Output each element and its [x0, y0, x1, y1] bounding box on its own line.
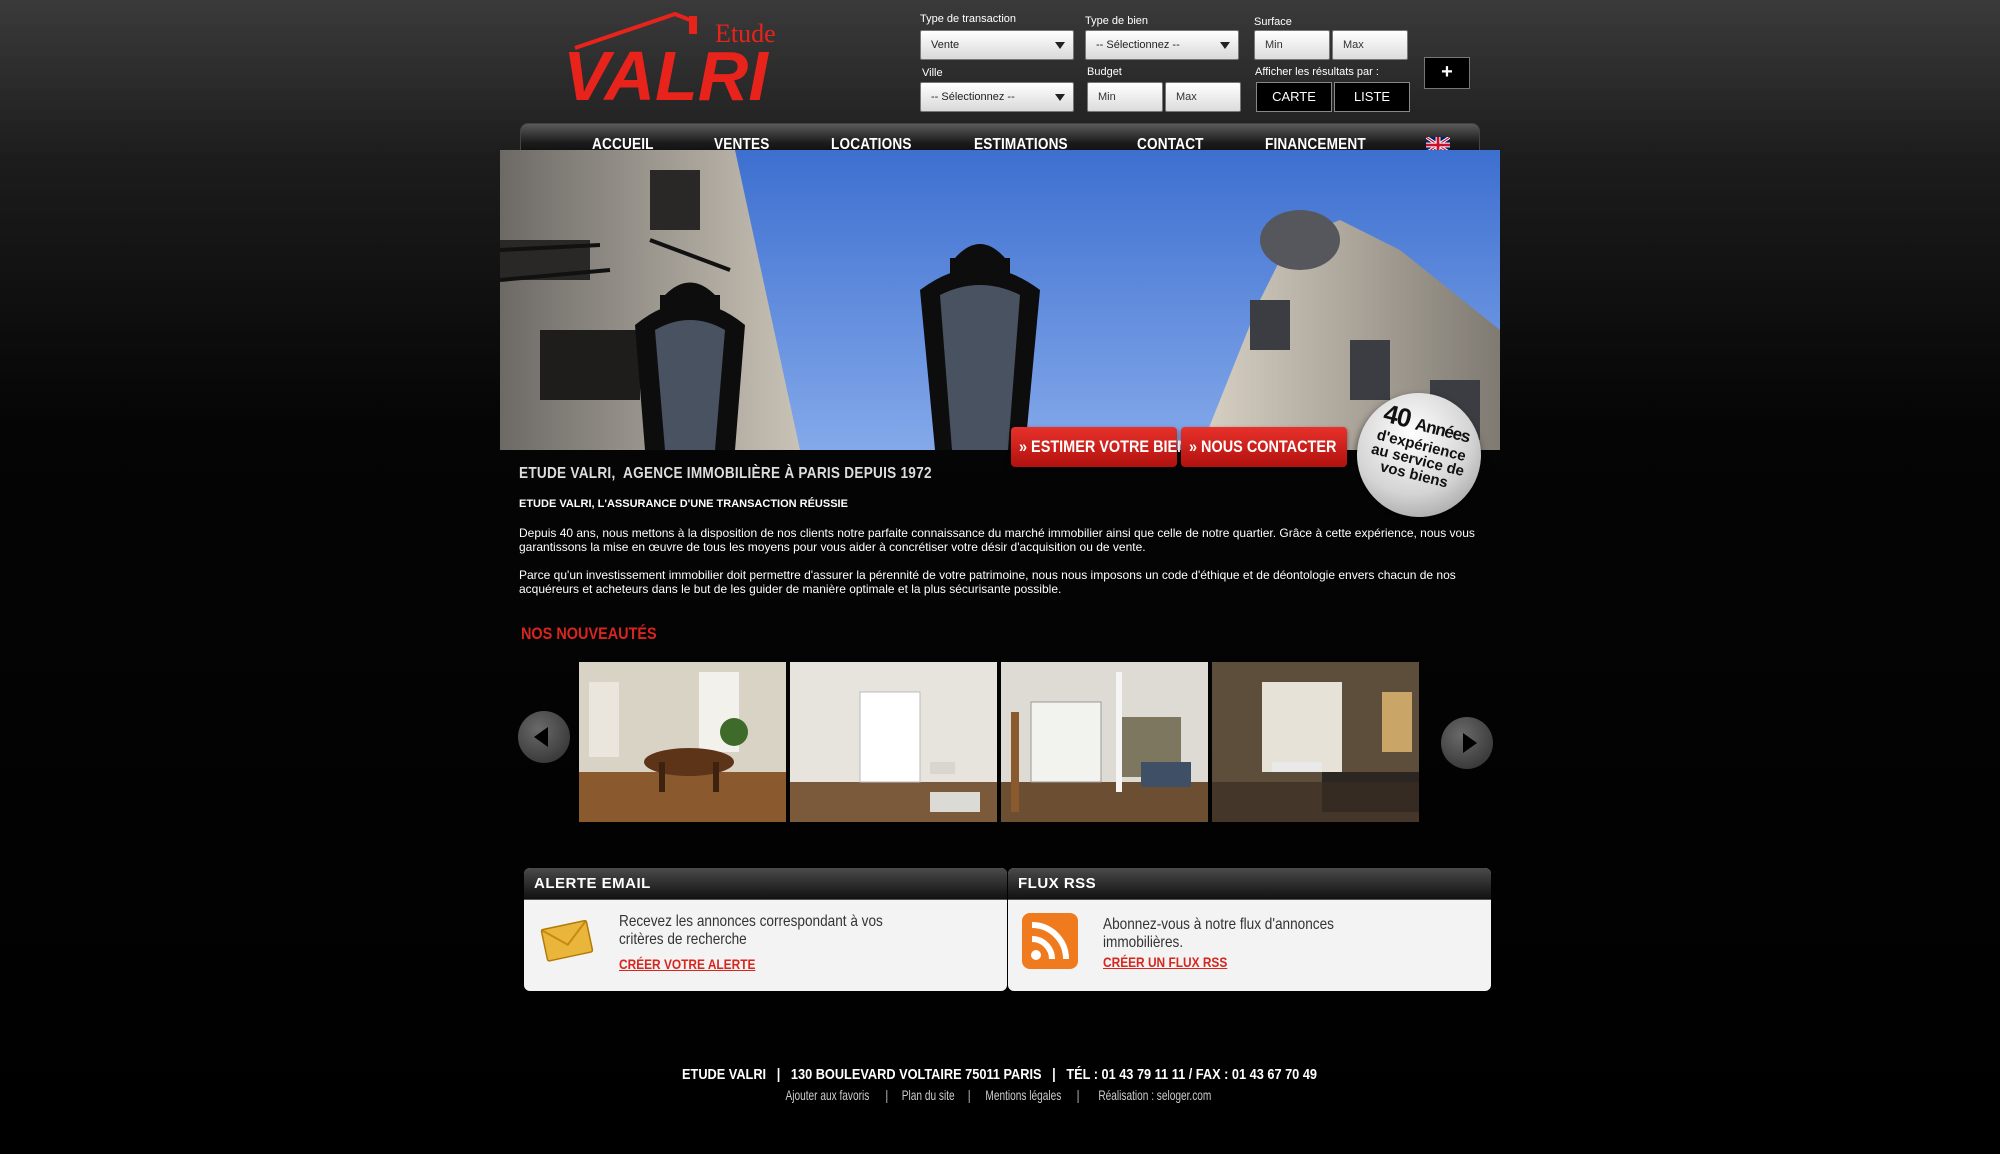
- rss-title: FLUX RSS: [1008, 868, 1491, 900]
- intro-title: ETUDE VALRI, AGENCE IMMOBILIÈRE À PARIS …: [519, 465, 932, 482]
- contact-us-button-label: » NOUS CONTACTER: [1189, 437, 1337, 456]
- bien-select[interactable]: -- Sélectionnez --: [1085, 30, 1239, 60]
- email-alert-title: ALERTE EMAIL: [524, 868, 1007, 900]
- intro-paragraph-1: Depuis 40 ans, nous mettons à la disposi…: [519, 526, 1475, 554]
- news-title: NOS NOUVEAUTÉS: [521, 624, 657, 643]
- intro-subtitle: ETUDE VALRI, L'ASSURANCE D'UNE TRANSACTI…: [519, 498, 848, 510]
- property-thumbnail[interactable]: [1212, 662, 1419, 822]
- property-thumbnail[interactable]: [1001, 662, 1208, 822]
- rss-text: Abonnez-vous à notre flux d'annonces imm…: [1103, 916, 1334, 951]
- surface-min-placeholder: Min: [1265, 39, 1283, 51]
- contact-us-button[interactable]: » NOUS CONTACTER: [1181, 427, 1347, 467]
- chevron-down-icon: [1055, 94, 1065, 101]
- list-view-button[interactable]: LISTE: [1334, 82, 1410, 112]
- credits-link[interactable]: Réalisation : seloger.com: [1099, 1087, 1212, 1103]
- site-logo[interactable]: Etude VALRI: [555, 11, 815, 115]
- results-label: Afficher les résultats par :: [1255, 66, 1379, 78]
- estimate-button[interactable]: » ESTIMER VOTRE BIEN: [1011, 427, 1188, 467]
- ville-label: Ville: [922, 67, 943, 79]
- property-thumbnail[interactable]: [579, 662, 786, 822]
- budget-min-placeholder: Min: [1098, 91, 1116, 103]
- hero-banner-image: [500, 150, 1500, 450]
- ville-select[interactable]: -- Sélectionnez --: [920, 82, 1074, 112]
- surface-max-placeholder: Max: [1343, 39, 1364, 51]
- budget-label: Budget: [1087, 66, 1122, 78]
- surface-max-input[interactable]: Max: [1332, 30, 1408, 60]
- carousel-prev-button[interactable]: [518, 711, 570, 763]
- legal-link[interactable]: Mentions légales: [986, 1087, 1062, 1103]
- rss-widget: FLUX RSS Abonnez-vous à notre flux d'ann…: [1008, 868, 1491, 991]
- footer-contact: ETUDE VALRI | 130 BOULEVARD VOLTAIRE 750…: [500, 1066, 1500, 1083]
- email-alert-widget: ALERTE EMAIL Recevez les annonces corres…: [524, 868, 1007, 991]
- chevron-down-icon: [1220, 42, 1230, 49]
- budget-min-input[interactable]: Min: [1087, 82, 1163, 112]
- favorites-link[interactable]: Ajouter aux favoris: [786, 1087, 870, 1103]
- create-rss-link[interactable]: CRÉER UN FLUX RSS: [1103, 954, 1227, 970]
- chevron-down-icon: [1055, 42, 1065, 49]
- arrow-left-icon: [534, 727, 548, 747]
- property-thumbnail[interactable]: [790, 662, 997, 822]
- transaction-label: Type de transaction: [920, 13, 1017, 25]
- ville-value: -- Sélectionnez --: [931, 91, 1015, 103]
- create-alert-link[interactable]: CRÉER VOTRE ALERTE: [619, 956, 755, 972]
- budget-max-placeholder: Max: [1176, 91, 1197, 103]
- surface-min-input[interactable]: Min: [1254, 30, 1330, 60]
- carousel-next-button[interactable]: [1441, 717, 1493, 769]
- map-view-button[interactable]: CARTE: [1256, 82, 1332, 112]
- arrow-right-icon: [1463, 733, 1477, 753]
- footer-contact-text: ETUDE VALRI | 130 BOULEVARD VOLTAIRE 750…: [682, 1066, 1318, 1083]
- surface-label: Surface: [1254, 16, 1292, 28]
- bien-value: -- Sélectionnez --: [1096, 39, 1180, 51]
- bien-label: Type de bien: [1085, 15, 1148, 27]
- email-alert-text: Recevez les annonces correspondant à vos…: [619, 913, 883, 948]
- budget-max-input[interactable]: Max: [1165, 82, 1241, 112]
- transaction-select[interactable]: Vente: [920, 30, 1074, 60]
- estimate-button-label: » ESTIMER VOTRE BIEN: [1019, 437, 1188, 456]
- svg-text:VALRI: VALRI: [563, 37, 769, 112]
- intro-paragraph-2: Parce qu'un investissement immobilier do…: [519, 568, 1456, 596]
- rss-icon: [1022, 913, 1078, 969]
- page-wrapper: Etude VALRI Type de transaction Vente Ty…: [500, 0, 1500, 1154]
- footer-links: Ajouter aux favoris | Plan du site | Mention…: [785, 1087, 1212, 1103]
- sitemap-link[interactable]: Plan du site: [902, 1087, 955, 1103]
- envelope-icon: [540, 919, 594, 962]
- transaction-value: Vente: [931, 39, 960, 51]
- more-criteria-button[interactable]: +: [1424, 57, 1470, 89]
- search-form: Type de transaction Vente Type de bien -…: [920, 12, 1500, 117]
